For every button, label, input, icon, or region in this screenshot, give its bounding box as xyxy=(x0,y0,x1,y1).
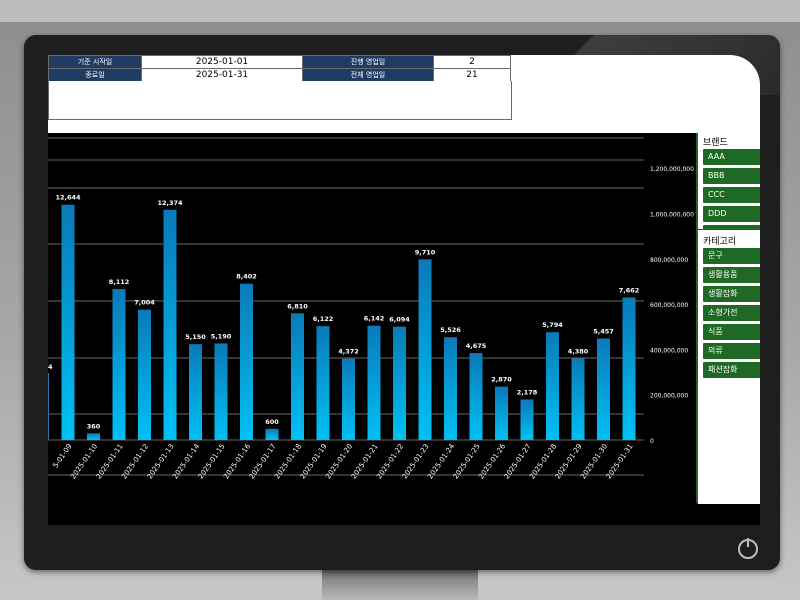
bar[interactable] xyxy=(214,343,228,440)
bar[interactable] xyxy=(189,344,202,440)
backdrop-top xyxy=(0,0,800,22)
bar-value-label: 4,372 xyxy=(338,348,359,356)
brand-slicer-title: 브랜드 xyxy=(703,138,728,148)
bar[interactable] xyxy=(138,309,151,440)
monitor-stand xyxy=(322,568,478,600)
bar[interactable] xyxy=(163,209,177,440)
bar-value-label: 6,094 xyxy=(389,316,410,324)
end-date-label: 종료일 xyxy=(48,68,142,82)
bar-value-label: 360 xyxy=(87,422,101,430)
category-filter-button[interactable]: 소형가전 xyxy=(703,305,760,321)
chart-area[interactable]: 12,644 360 8,112 7,004 12,374 5,150 5,190 8,402… xyxy=(48,133,697,503)
brand-filter-button[interactable]: DDD xyxy=(703,206,760,222)
secondary-axis-tick-label: 800,000,000 xyxy=(650,257,688,264)
daily-bar-chart: 12,644 360 8,112 7,004 12,374 5,150 5,190 8,402… xyxy=(48,133,697,503)
bar[interactable] xyxy=(469,353,483,440)
bar-value-label: 8,112 xyxy=(109,278,130,286)
total-days-value[interactable]: 21 xyxy=(433,68,511,82)
bar-value-label: 600 xyxy=(265,418,279,426)
bar-value-label: 4,675 xyxy=(466,342,487,350)
bar-value-label: 7,004 xyxy=(134,299,155,307)
bar[interactable] xyxy=(240,283,253,440)
info-blank-cell xyxy=(48,81,512,120)
bar[interactable] xyxy=(367,325,381,440)
brand-slicer: 브랜드 AAABBBCCCDDDEEEFFF xyxy=(697,133,760,260)
bar[interactable] xyxy=(571,358,585,440)
bar[interactable] xyxy=(112,289,126,440)
start-date-value[interactable]: 2025-01-01 xyxy=(141,55,303,69)
bar[interactable] xyxy=(393,326,406,440)
bar[interactable] xyxy=(495,386,508,440)
bar-value-label: 8,402 xyxy=(236,273,257,281)
bar[interactable] xyxy=(520,399,534,440)
bar-value-label: 5,526 xyxy=(440,326,461,334)
bar[interactable] xyxy=(342,358,355,440)
bar[interactable] xyxy=(316,326,330,440)
category-filter-button[interactable]: 문구 xyxy=(703,248,760,264)
secondary-axis-tick-label: 400,000,000 xyxy=(650,347,688,354)
category-filter-button[interactable]: 생활잡화 xyxy=(703,286,760,302)
brand-filter-button[interactable]: CCC xyxy=(703,187,760,203)
brand-filter-button[interactable]: BBB xyxy=(703,168,760,184)
screen: 기준 시작일 2025-01-01 진행 영업일 2 종료일 2025-01-3… xyxy=(48,55,760,525)
secondary-axis-tick-label: 1,200,000,000 xyxy=(650,166,694,173)
x-tick-label: 5-01-09 xyxy=(51,443,73,470)
progress-days-label: 진행 영업일 xyxy=(302,55,434,69)
bar[interactable] xyxy=(444,337,457,440)
info-row: 기준 시작일 2025-01-01 진행 영업일 2 xyxy=(48,55,511,69)
bar[interactable] xyxy=(265,428,279,440)
category-slicer-title: 카테고리 xyxy=(703,237,737,247)
bar[interactable] xyxy=(61,204,75,440)
secondary-axis-tick-label: 200,000,000 xyxy=(650,393,688,400)
bar-value-label: 5,457 xyxy=(593,327,614,335)
power-icon[interactable] xyxy=(738,538,758,559)
category-filter-button[interactable]: 의류 xyxy=(703,343,760,359)
secondary-axis-tick-label: 0 xyxy=(650,438,654,445)
secondary-axis-tick-label: 1,000,000,000 xyxy=(650,211,694,218)
bar-value-label: 4,380 xyxy=(568,348,589,356)
bar-value-label: 7,662 xyxy=(619,286,640,294)
bar-value-label: 12,374 xyxy=(157,199,183,207)
bar[interactable] xyxy=(291,313,304,440)
info-panel: 기준 시작일 2025-01-01 진행 영업일 2 종료일 2025-01-3… xyxy=(48,55,760,133)
bar-value-label: 6,810 xyxy=(287,302,308,310)
bar-value-label: 5,150 xyxy=(185,333,206,341)
bar-value-label: 5,794 xyxy=(542,321,563,329)
bar[interactable] xyxy=(546,332,559,440)
info-row: 종료일 2025-01-31 전체 영업일 21 xyxy=(48,68,511,82)
category-filter-button[interactable]: 생활용품 xyxy=(703,267,760,283)
bar-value-label: 6,122 xyxy=(313,315,334,323)
bar[interactable] xyxy=(622,297,636,440)
bar-value-label: 5,190 xyxy=(211,332,232,340)
category-filter-button[interactable]: 패션잡화 xyxy=(703,362,760,378)
bar-value-label: 9,710 xyxy=(415,248,436,256)
secondary-axis-tick-label: 600,000,000 xyxy=(650,302,688,309)
start-date-label: 기준 시작일 xyxy=(48,55,142,69)
bar[interactable] xyxy=(87,433,100,440)
partial-data-label: 4 xyxy=(48,363,53,371)
bar[interactable] xyxy=(597,338,610,440)
end-date-value[interactable]: 2025-01-31 xyxy=(141,68,303,82)
info-table: 기준 시작일 2025-01-01 진행 영업일 2 종료일 2025-01-3… xyxy=(48,55,511,82)
bar-value-label: 6,142 xyxy=(364,315,385,323)
progress-days-value[interactable]: 2 xyxy=(433,55,511,69)
bar-value-label: 2,870 xyxy=(491,376,512,384)
bar[interactable] xyxy=(418,259,432,440)
bar-value-label: 2,178 xyxy=(517,388,538,396)
monitor-frame: 기준 시작일 2025-01-01 진행 영업일 2 종료일 2025-01-3… xyxy=(24,35,780,570)
category-slicer: 카테고리 문구생활용품생활잡화소형가전식품의류패션잡화 xyxy=(697,229,760,504)
category-filter-button[interactable]: 식품 xyxy=(703,324,760,340)
bar-value-label: 12,644 xyxy=(55,194,81,202)
brand-filter-button[interactable]: AAA xyxy=(703,149,760,165)
total-days-label: 전체 영업일 xyxy=(302,68,434,82)
